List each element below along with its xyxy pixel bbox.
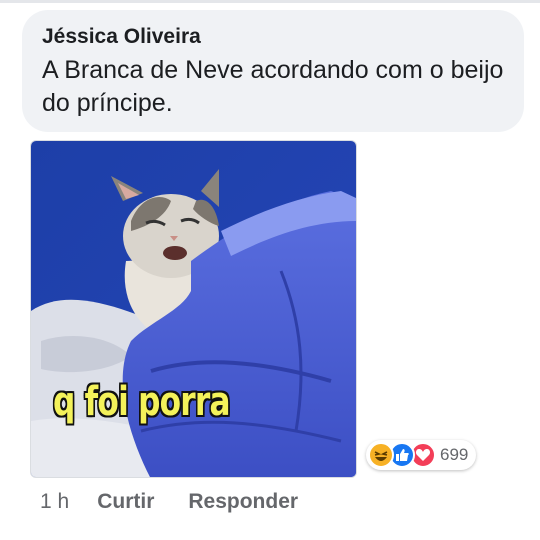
meme-caption: q foi porra bbox=[53, 379, 231, 425]
comment-bubble: Jéssica Oliveira A Branca de Neve acorda… bbox=[22, 10, 524, 132]
comment-text: A Branca de Neve acordando com o beijo d… bbox=[42, 56, 504, 117]
comment-timestamp[interactable]: 1 h bbox=[40, 490, 69, 514]
reaction-count: 699 bbox=[440, 445, 469, 464]
reactions-summary[interactable]: 699 bbox=[366, 440, 477, 470]
comment-actions: 1 h Curtir Responder bbox=[40, 490, 332, 514]
haha-icon bbox=[368, 442, 394, 468]
meme-image[interactable]: q foi porra bbox=[30, 140, 357, 478]
reply-button[interactable]: Responder bbox=[188, 490, 298, 514]
like-button[interactable]: Curtir bbox=[97, 490, 154, 514]
meme-picture bbox=[31, 141, 356, 477]
comment-author[interactable]: Jéssica Oliveira bbox=[42, 24, 504, 50]
top-divider bbox=[0, 0, 540, 3]
